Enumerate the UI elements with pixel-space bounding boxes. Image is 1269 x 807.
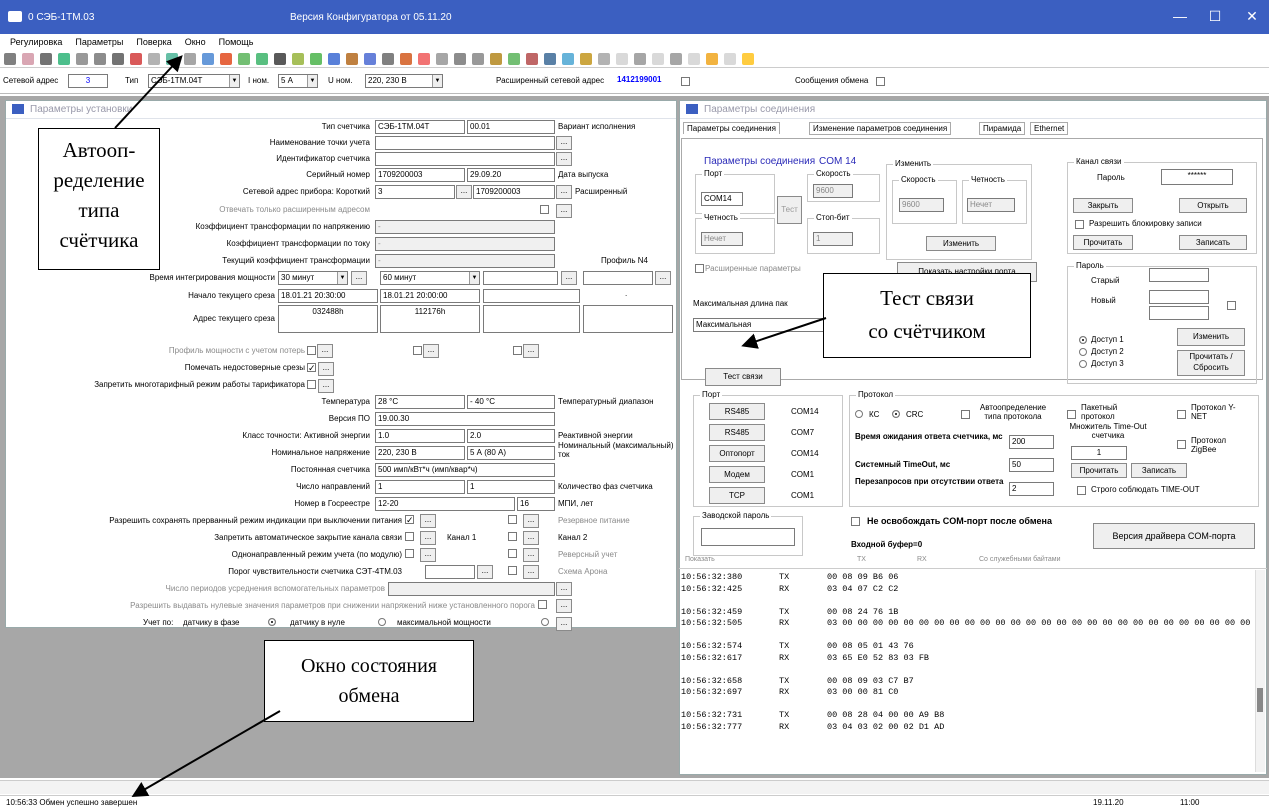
arrow-to-test	[741, 317, 827, 349]
arrow-to-status	[131, 710, 281, 798]
arrow-to-toolbar	[114, 55, 183, 129]
annotation-arrows	[114, 55, 827, 798]
